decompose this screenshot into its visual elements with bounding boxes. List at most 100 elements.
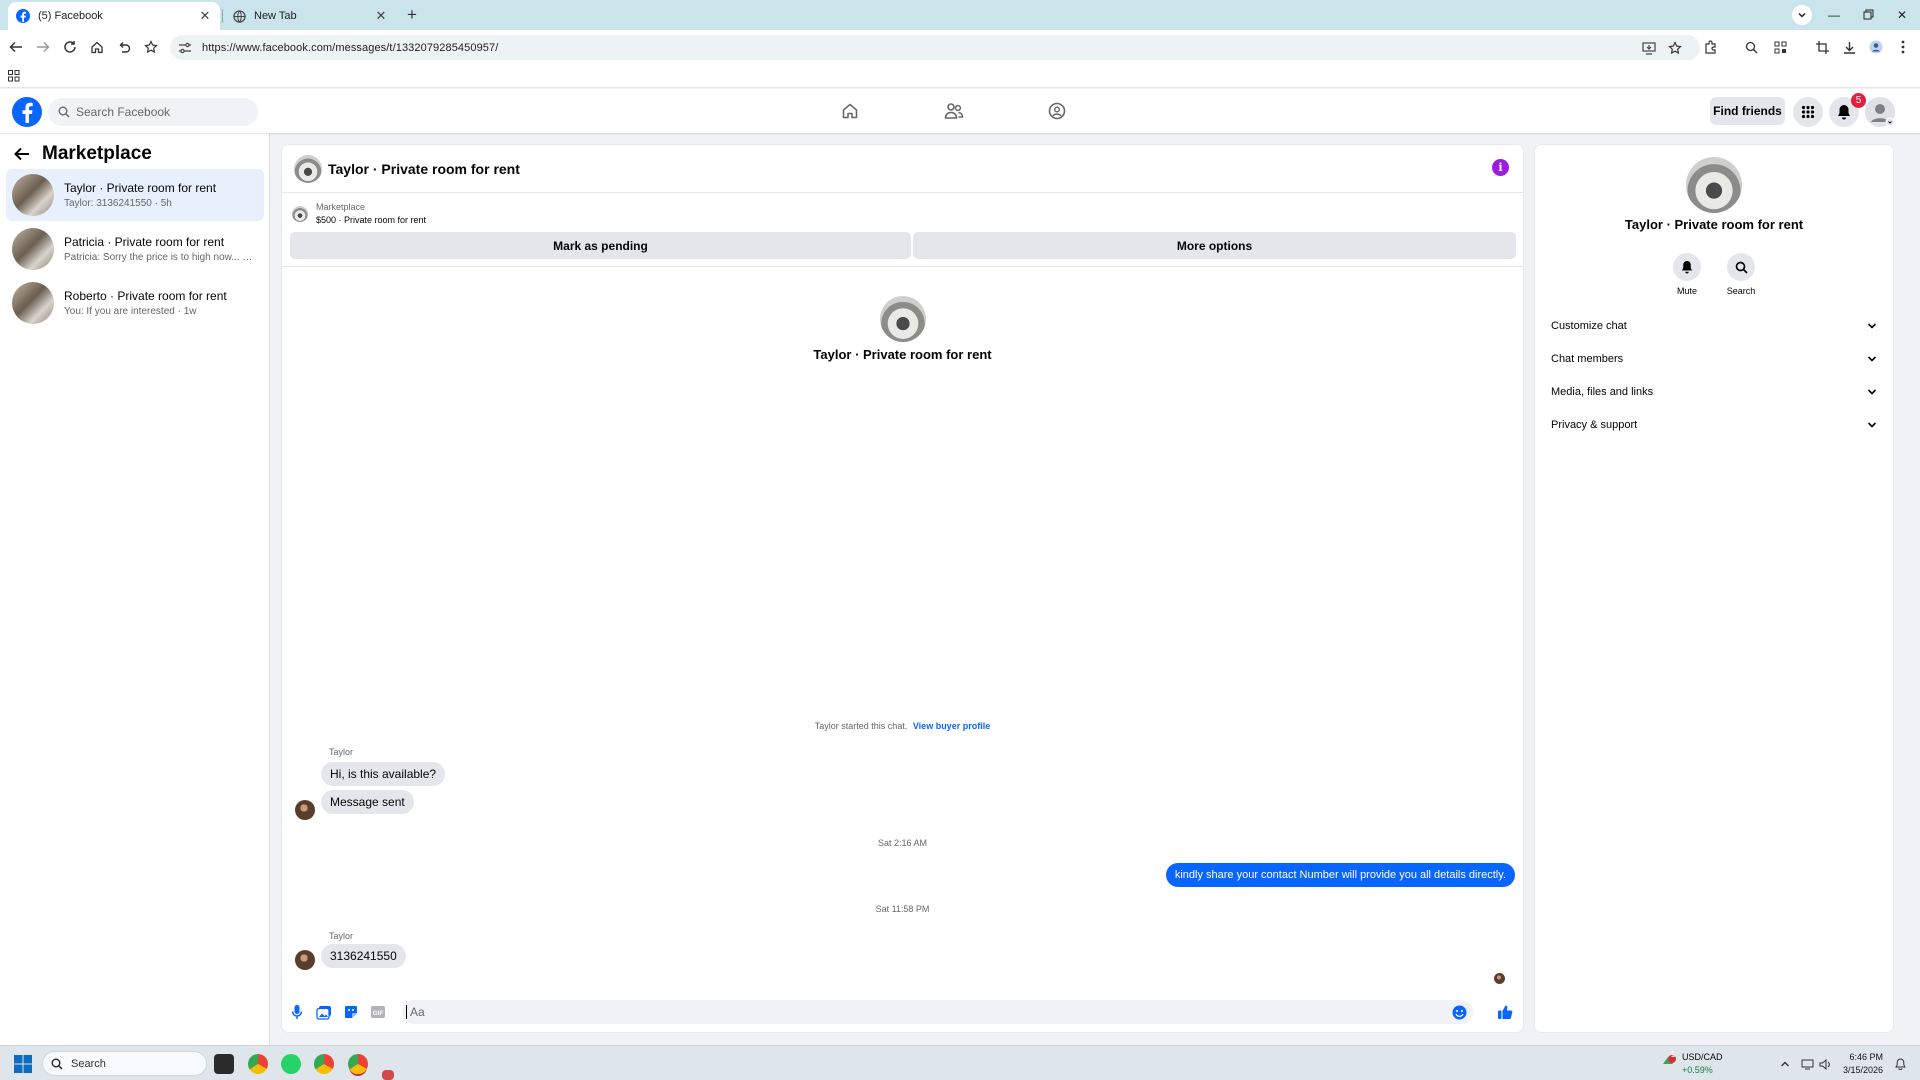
extensions-puzzle-icon[interactable] xyxy=(1700,36,1722,58)
emoji-icon[interactable] xyxy=(1452,1005,1467,1020)
bookmark-star-icon[interactable] xyxy=(140,36,162,58)
pinned-app-icon[interactable] xyxy=(382,1070,394,1080)
incoming-message[interactable]: 3136241550 xyxy=(321,944,406,968)
system-clock[interactable]: 6:46 PM 3/15/2026 xyxy=(1835,1051,1883,1077)
message-input[interactable] xyxy=(406,1005,1452,1019)
chat-members-row[interactable]: Chat members xyxy=(1545,345,1883,373)
whatsapp-app-icon[interactable] xyxy=(281,1054,301,1074)
chat-started-note: Taylor started this chat. View buyer pro… xyxy=(282,721,1523,731)
sticker-icon[interactable] xyxy=(342,1003,360,1021)
download-icon[interactable] xyxy=(1838,36,1860,58)
home-nav-icon[interactable] xyxy=(835,99,865,123)
close-tab-icon[interactable]: ✕ xyxy=(198,8,212,24)
browser-toolbar: https://www.facebook.com/messages/t/1332… xyxy=(0,30,1920,64)
chat-avatar[interactable] xyxy=(294,154,322,183)
svg-text:GIF: GIF xyxy=(373,1010,384,1017)
chrome-app-icon[interactable] xyxy=(248,1054,268,1074)
search-action[interactable]: Search xyxy=(1716,253,1766,296)
site-settings-icon[interactable] xyxy=(178,42,198,54)
incoming-message[interactable]: Hi, is this available? xyxy=(321,762,446,786)
conversation-preview: You: If you are interested · 1w xyxy=(64,306,197,317)
bell-icon[interactable] xyxy=(1673,253,1701,281)
taskbar-search[interactable]: Search xyxy=(42,1051,207,1076)
view-buyer-profile-link[interactable]: View buyer profile xyxy=(913,721,990,731)
facebook-header: Find friends xyxy=(0,89,1920,133)
gif-icon[interactable]: GIF xyxy=(369,1003,387,1021)
currency-ticker[interactable]: USD/CAD +0.59% xyxy=(1682,1051,1723,1077)
chrome-active-app-icon[interactable] xyxy=(348,1054,368,1074)
file-explorer-app-icon[interactable] xyxy=(214,1054,234,1074)
search-icon[interactable] xyxy=(1727,253,1755,281)
home-icon[interactable] xyxy=(86,36,108,58)
browser-menu-icon[interactable] xyxy=(1892,36,1914,58)
row-label: Customize chat xyxy=(1551,320,1627,332)
sender-avatar[interactable] xyxy=(295,800,315,820)
page-scrollbar[interactable] xyxy=(1906,133,1920,1045)
account-avatar-icon[interactable] xyxy=(1865,97,1895,127)
crop-screenshot-icon[interactable] xyxy=(1811,36,1833,58)
close-tab-icon[interactable]: ✕ xyxy=(374,8,388,24)
qr-grid-icon[interactable] xyxy=(1769,36,1791,58)
listing-summary[interactable]: Marketplace $500 · Private room for rent xyxy=(292,201,426,227)
tray-chevron-up-icon[interactable] xyxy=(1778,1057,1792,1071)
info-profile-avatar[interactable] xyxy=(1686,157,1742,213)
chevron-down-icon xyxy=(1867,322,1877,330)
incoming-message[interactable]: Message sent xyxy=(321,790,414,814)
mute-action[interactable]: Mute xyxy=(1662,253,1712,296)
bookmark-star-icon[interactable] xyxy=(1666,39,1684,57)
friends-nav-icon[interactable] xyxy=(939,99,969,123)
message-input-box[interactable] xyxy=(402,1000,1473,1024)
zoom-search-icon[interactable] xyxy=(1740,36,1762,58)
install-app-icon[interactable] xyxy=(1640,39,1658,57)
sender-avatar[interactable] xyxy=(295,950,315,970)
ticker-name: USD/CAD xyxy=(1682,1052,1723,1062)
find-friends-button[interactable]: Find friends xyxy=(1710,97,1785,125)
tab-facebook[interactable]: (5) Facebook ✕ xyxy=(8,2,220,30)
chrome-profile-app-icon[interactable] xyxy=(314,1054,334,1074)
message-composer: GIF xyxy=(282,997,1523,1027)
forward-arrow-icon[interactable] xyxy=(32,36,54,58)
info-icon[interactable]: i xyxy=(1492,159,1509,176)
browser-tab-bar: (5) Facebook ✕ New Tab ✕ + — ✕ xyxy=(0,0,1920,30)
message-timestamp: Sat 11:58 PM xyxy=(875,904,930,914)
restore-window-icon[interactable] xyxy=(1854,4,1882,26)
chat-profile-avatar[interactable] xyxy=(880,296,926,342)
new-tab-plus-icon[interactable]: + xyxy=(402,5,422,25)
network-monitor-icon[interactable] xyxy=(1800,1057,1814,1071)
mark-as-pending-button[interactable]: Mark as pending xyxy=(290,232,911,259)
more-options-button[interactable]: More options xyxy=(913,232,1516,259)
speaker-volume-icon[interactable] xyxy=(1818,1057,1832,1071)
menu-grid-icon[interactable] xyxy=(1793,97,1823,127)
chat-title[interactable]: Taylor · Private room for rent xyxy=(328,161,520,177)
thumbs-up-icon[interactable] xyxy=(1496,1003,1514,1021)
apps-grid-icon[interactable] xyxy=(8,70,20,82)
url-text: https://www.facebook.com/messages/t/1332… xyxy=(202,41,499,54)
back-arrow-icon[interactable] xyxy=(14,147,30,161)
facebook-search-input[interactable] xyxy=(76,105,246,119)
facebook-search-bar[interactable] xyxy=(48,98,258,126)
tab-search-chevron-icon[interactable] xyxy=(1792,5,1812,25)
groups-nav-icon[interactable] xyxy=(1042,99,1072,123)
sidebar-header: Marketplace xyxy=(14,143,152,165)
back-arrow-icon[interactable] xyxy=(5,36,27,58)
microphone-icon[interactable] xyxy=(288,1003,306,1021)
facebook-logo-icon[interactable] xyxy=(12,97,42,127)
conversation-item[interactable]: Patricia · Private room for rent Patrici… xyxy=(6,223,264,275)
photo-attach-icon[interactable] xyxy=(315,1003,333,1021)
privacy-support-row[interactable]: Privacy & support xyxy=(1545,411,1883,439)
reload-icon[interactable] xyxy=(59,36,81,58)
tab-new-tab[interactable]: New Tab ✕ xyxy=(224,2,396,30)
undo-icon[interactable] xyxy=(113,36,135,58)
customize-chat-row[interactable]: Customize chat xyxy=(1545,312,1883,340)
conversation-item[interactable]: Taylor · Private room for rent Taylor: 3… xyxy=(6,169,264,221)
profile-icon[interactable] xyxy=(1865,36,1887,58)
chevron-down-icon xyxy=(1867,355,1877,363)
conversation-item[interactable]: Roberto · Private room for rent You: If … xyxy=(6,277,264,329)
windows-start-icon[interactable] xyxy=(14,1055,32,1073)
address-bar[interactable]: https://www.facebook.com/messages/t/1332… xyxy=(170,35,1700,60)
minimize-window-icon[interactable]: — xyxy=(1820,4,1848,26)
outgoing-message[interactable]: kindly share your contact Number will pr… xyxy=(1165,863,1515,887)
notification-center-icon[interactable] xyxy=(1893,1057,1907,1071)
media-files-links-row[interactable]: Media, files and links xyxy=(1545,378,1883,406)
close-window-icon[interactable]: ✕ xyxy=(1888,4,1916,26)
